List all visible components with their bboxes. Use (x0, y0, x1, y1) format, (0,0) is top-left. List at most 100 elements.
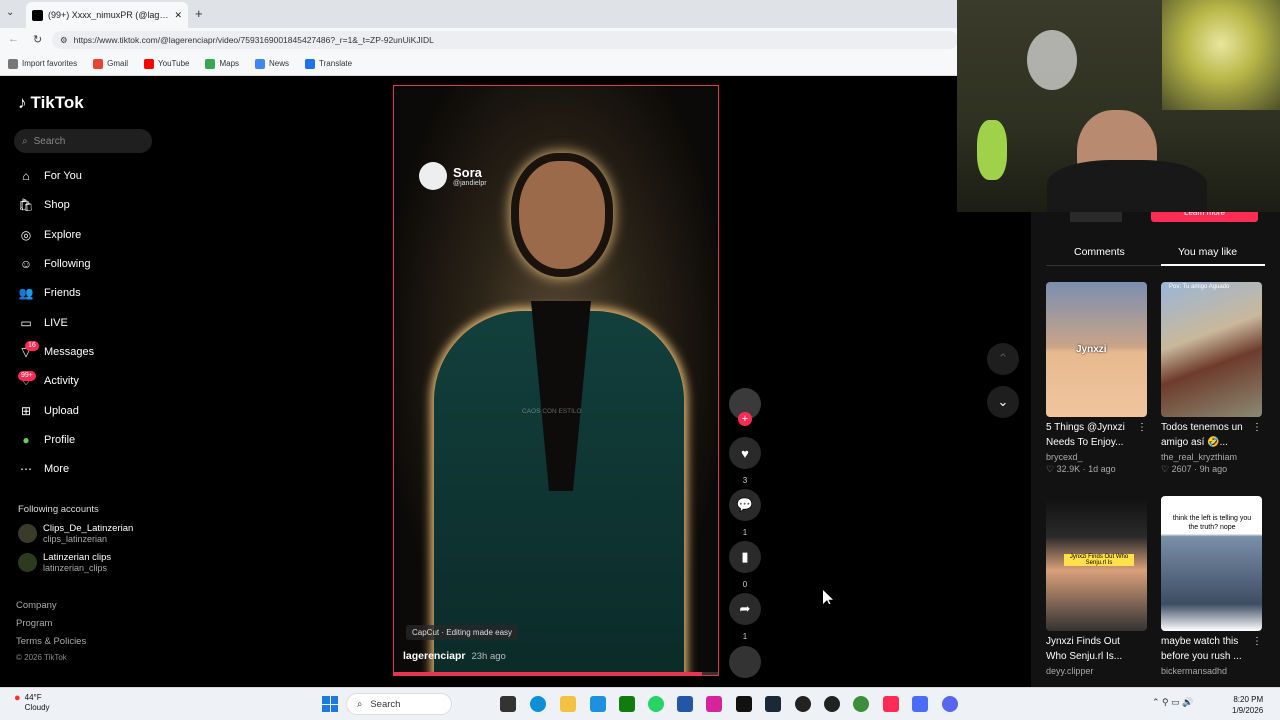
sidebar-item-more[interactable]: ⋯ More (18, 460, 69, 478)
weather-widget[interactable]: ● 44°F Cloudy (14, 693, 50, 713)
suggested-video-card[interactable]: Pov: Tu amigo Aguado Todos tenemos un ⋮ a… (1161, 282, 1262, 475)
webcam-wall-art (1162, 0, 1280, 110)
url-field[interactable]: ⚙ https://www.tiktok.com/@lagerenciapr/v… (52, 31, 958, 49)
new-tab-button[interactable]: + (195, 6, 203, 21)
app-icon[interactable] (912, 696, 928, 712)
follow-plus-icon[interactable]: + (738, 412, 752, 426)
card-more-icon[interactable]: ⋮ (1252, 635, 1262, 650)
bookmark-import[interactable]: Import favorites (8, 58, 77, 69)
chrome-icon[interactable] (853, 696, 869, 712)
footer-terms-link[interactable]: Terms & Policies (16, 636, 86, 647)
discord-icon[interactable] (942, 696, 958, 712)
system-tray-icons[interactable]: ⌃ ⚲ ▭ 🔊 (1152, 697, 1193, 708)
sidebar-item-shop[interactable]: 🛍 Shop (18, 196, 69, 214)
card-user: the_real_kryzthiam (1161, 452, 1238, 462)
calendar-icon[interactable] (677, 696, 693, 712)
sidebar-item-upload[interactable]: ⊞ Upload (18, 402, 79, 420)
mouse-cursor (823, 590, 833, 604)
sidebar-item-profile[interactable]: ● Profile (18, 431, 75, 449)
tab-you-may-like[interactable]: You may like (1178, 246, 1237, 258)
tiktok-app-icon[interactable] (736, 696, 752, 712)
tab-list-icon[interactable]: ⌄ (6, 7, 14, 18)
card-meta: ♡ 2607 · 9h ago (1161, 464, 1228, 474)
save-button[interactable]: ▮ 0 (729, 541, 761, 589)
avatar (18, 553, 37, 572)
sidebar-item-following[interactable]: ☺ Following (18, 255, 91, 273)
obs-icon[interactable] (795, 696, 811, 712)
sidebar-item-for-you[interactable]: ⌂ For You (18, 167, 82, 185)
card-title: Jynxzi Finds Out (1046, 636, 1120, 647)
footer-company-link[interactable]: Company (16, 600, 57, 611)
tiktok-logo[interactable]: ♪ TikTok (18, 93, 84, 113)
suggested-video-card[interactable]: Jynxzi 5 Things @Jynxzi ⋮ Needs To Enjoy.… (1046, 282, 1147, 475)
sidebar-item-explore[interactable]: ◎ Explore (18, 226, 82, 244)
more-icon: ⋯ (20, 462, 32, 476)
live-icon: ▭ (20, 316, 32, 330)
task-view-icon[interactable] (500, 696, 516, 712)
video-thumbnail: Jynxzi (1046, 282, 1147, 417)
video-thumbnail: Pov: Tu amigo Aguado (1161, 282, 1262, 417)
active-tab-indicator (1161, 264, 1265, 266)
start-button[interactable] (322, 696, 338, 712)
edge-icon[interactable] (530, 696, 546, 712)
file-explorer-icon[interactable] (560, 696, 576, 712)
back-icon[interactable]: ← (8, 33, 19, 45)
card-meta: ♡ 32.9K · 1d ago (1046, 464, 1116, 474)
tab-title: (99+) Xxxx_nimuxPR (@lagerenciapr (48, 10, 169, 20)
sidebar-item-live[interactable]: ▭ LIVE (18, 314, 68, 332)
footer-program-link[interactable]: Program (16, 618, 52, 629)
comment-button[interactable]: 💬 1 (729, 489, 761, 537)
following-accounts-heading: Following accounts (18, 504, 99, 515)
like-button[interactable]: ♥ 3 (729, 437, 761, 485)
card-title: Todos tenemos un ⋮ (1161, 421, 1262, 436)
video-author[interactable]: lagerenciapr 23h ago (403, 650, 506, 662)
video-player[interactable]: Sora @jandielpr CAOS CON ESTILO CapCut · … (393, 85, 719, 676)
video-watermark: CAOS CON ESTILO (522, 408, 582, 415)
site-info-icon[interactable]: ⚙ (60, 35, 68, 46)
following-account-2[interactable]: Latinzerian clips latinzerian_clips (18, 552, 111, 574)
capcut-tag[interactable]: CapCut · Editing made easy (406, 625, 519, 640)
bookmark-youtube[interactable]: YouTube (144, 58, 189, 69)
share-button[interactable]: ➦ 1 (729, 593, 761, 641)
bookmark-news[interactable]: News (255, 58, 289, 69)
bookmark-gmail[interactable]: Gmail (93, 58, 128, 69)
tab-comments[interactable]: Comments (1074, 246, 1125, 258)
comment-icon: 💬 (729, 489, 761, 521)
tiktok-active-icon[interactable] (883, 696, 899, 712)
sidebar-item-friends[interactable]: 👥 Friends (18, 284, 81, 302)
weather-icon: ● (14, 692, 21, 704)
heart-icon: ♥ (729, 437, 761, 469)
video-progress-fill (394, 672, 702, 675)
bookmark-maps[interactable]: Maps (205, 58, 239, 69)
following-account-1[interactable]: Clips_De_Latinzerian clips_latinzerian (18, 523, 133, 545)
store-icon[interactable] (590, 696, 606, 712)
taskbar-clock[interactable]: 8:20 PM 1/9/2026 (1232, 694, 1263, 716)
save-count: 0 (742, 580, 748, 589)
card-title: maybe watch this ⋮ (1161, 635, 1262, 650)
creator-avatar-button[interactable]: + (729, 388, 761, 426)
instagram-icon[interactable] (706, 696, 722, 712)
next-video-button[interactable]: ⌄ (987, 386, 1019, 418)
compass-icon: ◎ (20, 228, 32, 242)
video-thumbnail: Jynxzi Finds Out Who Senju.rl Is (1046, 496, 1147, 631)
card-more-icon[interactable]: ⋮ (1252, 421, 1262, 436)
whatsapp-icon[interactable] (648, 696, 664, 712)
close-tab-icon[interactable]: ✕ (174, 10, 182, 21)
search-icon: ⌕ (357, 698, 363, 710)
search-input[interactable]: ⌕ Search (14, 129, 152, 153)
video-progress-bar[interactable] (394, 672, 718, 675)
app-icon[interactable] (824, 696, 840, 712)
url-text: https://www.tiktok.com/@lagerenciapr/vid… (73, 35, 434, 45)
suggested-video-card[interactable]: think the left is telling you the truth?… (1161, 496, 1262, 676)
suggested-video-card[interactable]: Jynxzi Finds Out Who Senju.rl Is Jynxzi … (1046, 496, 1147, 676)
music-disc-button[interactable] (729, 646, 761, 678)
steam-icon[interactable] (765, 696, 781, 712)
previous-video-button[interactable]: ⌃ (987, 343, 1019, 375)
taskbar-search[interactable]: ⌕ Search (346, 693, 452, 715)
card-more-icon[interactable]: ⋮ (1137, 421, 1147, 436)
bookmark-translate[interactable]: Translate (305, 58, 352, 69)
xbox-icon[interactable] (619, 696, 635, 712)
card-user: deyy.clipper (1046, 666, 1094, 676)
browser-tab[interactable]: (99+) Xxxx_nimuxPR (@lagerenciapr ✕ (26, 2, 188, 28)
reload-icon[interactable]: ↻ (33, 33, 42, 46)
